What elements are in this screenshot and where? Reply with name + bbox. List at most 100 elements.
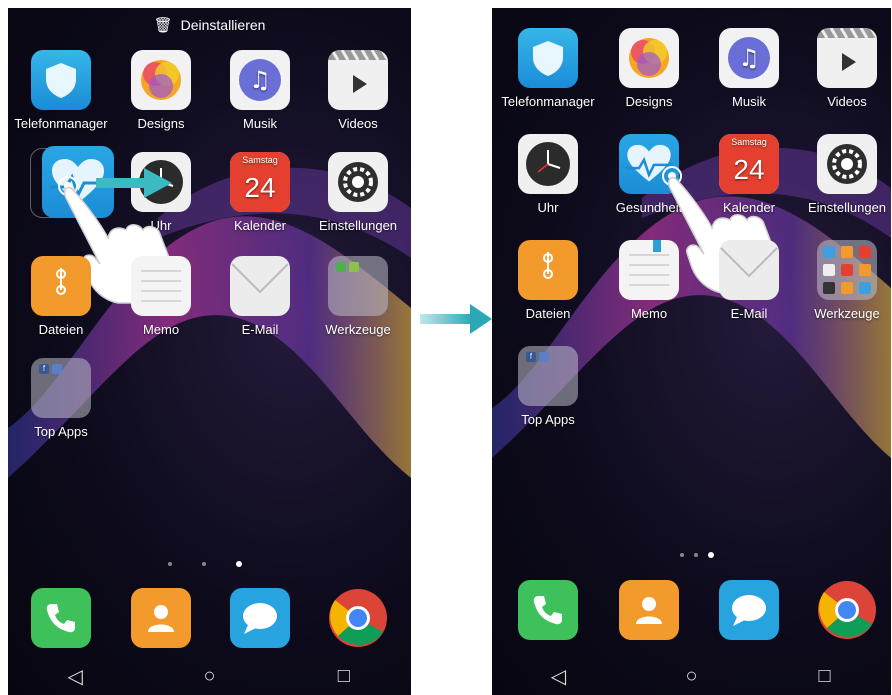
page-dot[interactable]	[694, 553, 698, 557]
shield-icon	[518, 28, 578, 88]
app-label: Dateien	[38, 322, 84, 337]
app-label: Einstellungen	[807, 200, 887, 215]
app-videos[interactable]: Videos	[799, 28, 891, 109]
dock-messages[interactable]	[212, 588, 308, 654]
app-label: Designs	[625, 94, 673, 109]
app-label: Musik	[732, 94, 766, 109]
chrome-icon	[328, 588, 388, 648]
phone-icon	[31, 588, 91, 648]
app-email[interactable]: E-Mail	[701, 240, 797, 321]
app-musik[interactable]: ♫ Musik	[212, 50, 308, 131]
uninstall-label: Deinstallieren	[180, 17, 266, 33]
page-dot[interactable]	[168, 562, 172, 566]
chrome-icon	[817, 580, 877, 640]
app-einstellungen[interactable]: Einstellungen	[799, 134, 891, 215]
page-indicator	[168, 561, 242, 567]
files-icon	[518, 240, 578, 300]
app-werkzeuge[interactable]: Werkzeuge	[799, 240, 891, 321]
dock-messages[interactable]	[701, 580, 797, 646]
app-label: Werkzeuge	[814, 306, 880, 321]
folder-icon: f	[518, 346, 578, 406]
navigation-bar: ◁ ○ □	[8, 657, 411, 695]
app-label: Einstellungen	[318, 218, 398, 233]
calendar-icon: Samstag 24	[230, 152, 290, 212]
shield-icon	[31, 50, 91, 110]
app-designs[interactable]: Designs	[113, 50, 209, 131]
app-werkzeuge[interactable]: Werkzeuge	[310, 256, 406, 337]
memo-icon	[131, 256, 191, 316]
back-icon[interactable]: ◁	[529, 664, 589, 689]
app-telefonmanager[interactable]: Telefonmanager	[13, 50, 109, 131]
app-label: Top Apps	[34, 424, 88, 439]
svg-text:♫: ♫	[249, 66, 271, 94]
app-label: Dateien	[525, 306, 571, 321]
home-icon[interactable]: ○	[662, 665, 722, 688]
clock-icon	[518, 134, 578, 194]
music-icon: ♫	[230, 50, 290, 110]
dock-contacts[interactable]	[113, 588, 209, 654]
page-dot[interactable]	[680, 553, 684, 557]
app-dateien[interactable]: Dateien	[500, 240, 596, 321]
app-designs[interactable]: Designs	[601, 28, 697, 109]
recents-icon[interactable]: □	[795, 665, 855, 688]
messages-icon	[719, 580, 779, 640]
app-videos[interactable]: Videos	[310, 50, 406, 131]
dock-chrome[interactable]	[310, 588, 406, 654]
dock-phone[interactable]	[500, 580, 596, 646]
designs-icon	[619, 28, 679, 88]
app-kalender[interactable]: Samstag 24 Kalender	[212, 152, 308, 233]
app-label: Telefonmanager	[14, 116, 108, 131]
messages-icon	[230, 588, 290, 648]
calendar-weekday: Samstag	[719, 134, 779, 150]
app-label: Top Apps	[521, 412, 575, 427]
folder-icon: f	[31, 358, 91, 418]
folder-icon	[817, 240, 877, 300]
app-uhr[interactable]: Uhr	[500, 134, 596, 215]
app-label: Memo	[630, 306, 668, 321]
folder-icon	[328, 256, 388, 316]
trash-icon: 🗑	[153, 17, 173, 34]
app-label: Videos	[827, 94, 867, 109]
app-telefonmanager[interactable]: Telefonmanager	[500, 28, 596, 109]
home-icon[interactable]: ○	[179, 665, 239, 688]
app-top-apps[interactable]: f Top Apps	[13, 358, 109, 439]
dock-chrome[interactable]	[799, 580, 891, 646]
app-label: Videos	[338, 116, 378, 131]
app-email[interactable]: E-Mail	[212, 256, 308, 337]
page-indicator	[680, 552, 714, 558]
navigation-bar: ◁ ○ □	[492, 657, 891, 695]
settings-icon	[328, 152, 388, 212]
left-phone-screen: 🗑 Deinstallieren Telefonmanager Designs …	[8, 8, 411, 695]
app-memo[interactable]: Memo	[113, 256, 209, 337]
app-label: E-Mail	[241, 322, 279, 337]
app-top-apps[interactable]: f Top Apps	[500, 346, 596, 427]
page-dot[interactable]	[202, 562, 206, 566]
app-label: Telefonmanager	[501, 94, 595, 109]
uninstall-bar[interactable]: 🗑 Deinstallieren	[8, 8, 411, 42]
app-musik[interactable]: ♫ Musik	[701, 28, 797, 109]
recents-icon[interactable]: □	[314, 665, 374, 688]
back-icon[interactable]: ◁	[45, 664, 105, 689]
video-icon	[328, 50, 388, 110]
app-label: Designs	[137, 116, 185, 131]
calendar-weekday: Samstag	[230, 152, 290, 168]
app-label: Kalender	[233, 218, 287, 233]
app-dateien[interactable]: Dateien	[13, 256, 109, 337]
video-icon	[817, 28, 877, 88]
app-einstellungen[interactable]: Einstellungen	[310, 152, 406, 233]
transition-arrow-icon	[420, 304, 492, 334]
files-icon	[31, 256, 91, 316]
app-label: E-Mail	[730, 306, 768, 321]
dock-phone[interactable]	[13, 588, 109, 654]
designs-icon	[131, 50, 191, 110]
page-dot-active[interactable]	[236, 561, 242, 567]
calendar-date: 24	[230, 168, 290, 212]
dock-contacts[interactable]	[601, 580, 697, 646]
app-memo[interactable]: Memo	[601, 240, 697, 321]
phone-icon	[518, 580, 578, 640]
app-label: Musik	[243, 116, 277, 131]
svg-text:♫: ♫	[738, 44, 760, 72]
memo-icon	[619, 240, 679, 300]
contacts-icon	[619, 580, 679, 640]
page-dot-active[interactable]	[708, 552, 714, 558]
